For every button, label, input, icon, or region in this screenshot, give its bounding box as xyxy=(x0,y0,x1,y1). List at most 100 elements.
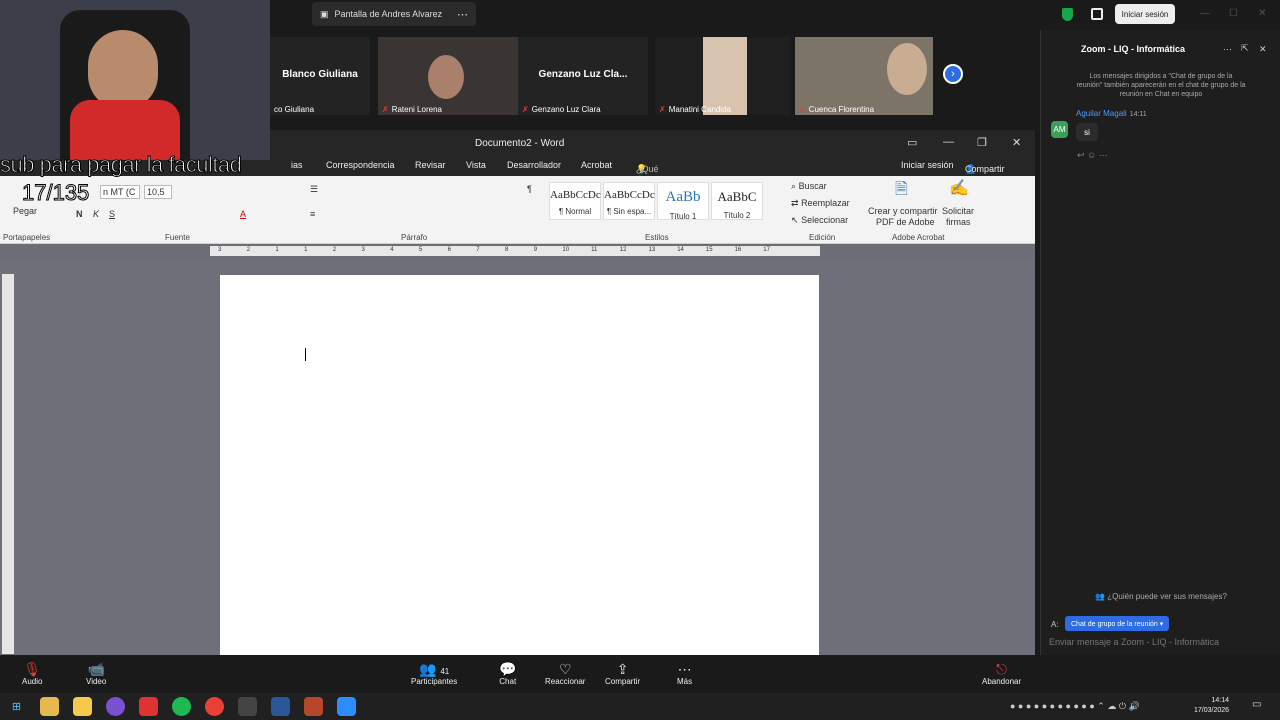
mic-muted-icon: 🎙 xyxy=(23,661,42,677)
font-color-icon[interactable]: A xyxy=(240,209,246,219)
app-icon[interactable] xyxy=(139,697,158,716)
signin-button[interactable]: Iniciar sesión xyxy=(1115,4,1175,24)
share-label: Pantalla de Andres Alvarez xyxy=(334,9,443,19)
font-name-field[interactable]: n MT (C xyxy=(100,185,140,199)
pilcrow-icon[interactable]: ¶ xyxy=(527,184,532,194)
tab-acrobat[interactable]: Acrobat xyxy=(581,160,612,170)
document-page[interactable] xyxy=(220,275,819,655)
vertical-ruler[interactable] xyxy=(2,274,14,654)
popout-icon[interactable]: ⇱ xyxy=(1241,43,1249,54)
italic-icon[interactable]: K xyxy=(93,209,99,219)
powerpoint-icon[interactable] xyxy=(304,697,323,716)
style-no-spacing[interactable]: AaBbCcDc ¶ Sin espa... xyxy=(603,182,655,220)
group-font: Fuente xyxy=(165,233,190,242)
overlay-counter: 17/135 xyxy=(21,180,90,206)
windows-taskbar: ⊞ ● ● ● ● ● ● ● ● ● ● ● ⌃ ☁ ⏻ 🔊 14:14 17/… xyxy=(0,693,1280,720)
participant-tile[interactable]: ✗ Cuenca Florentina xyxy=(795,37,933,115)
clock[interactable]: 14:14 17/03/2026 xyxy=(1194,696,1229,716)
group-acrobat: Adobe Acrobat xyxy=(892,233,945,242)
tab-view[interactable]: Vista xyxy=(466,160,486,170)
screen-share-tab[interactable]: ▣ Pantalla de Andres Alvarez ⋯ xyxy=(312,2,476,26)
bold-icon[interactable]: N xyxy=(76,209,83,219)
tray-icons[interactable]: ● ● ● ● ● ● ● ● ● ● ● ⌃ ☁ ⏻ 🔊 xyxy=(1010,701,1140,712)
share-screen-button[interactable]: ⇪ Compartir xyxy=(605,661,640,686)
file-explorer-icon[interactable] xyxy=(40,697,59,716)
more-icon: ⋯ xyxy=(677,661,692,677)
who-can-see-link[interactable]: 👥 ¿Quién puede ver sus mensajes? xyxy=(1041,592,1280,601)
more-button[interactable]: ⋯ Más xyxy=(677,661,692,686)
participants-button[interactable]: 👥 41 Participantes xyxy=(411,661,457,686)
minimize-icon[interactable]: — xyxy=(943,136,954,148)
horizontal-ruler[interactable]: 3 2 1 1 2 3 4 5 6 7 8 9 10 11 12 13 14 15 16 17 xyxy=(210,246,820,256)
chat-button[interactable]: 💬 Chat xyxy=(499,661,516,686)
close-chat-icon[interactable]: ✕ xyxy=(1259,44,1267,55)
request-signatures-button[interactable]: Solicitar xyxy=(942,206,974,216)
participant-tile[interactable]: ✗ Rateni Lorena xyxy=(378,37,518,115)
leave-icon: ⎋ xyxy=(996,661,1008,677)
participant-tile[interactable]: ✗ Manatini Candida xyxy=(655,37,790,115)
store-icon[interactable] xyxy=(73,697,92,716)
word-icon[interactable] xyxy=(271,697,290,716)
style-heading-2[interactable]: AaBbC Título 2 xyxy=(711,182,763,220)
restore-icon[interactable]: ❐ xyxy=(977,136,987,149)
tab-developer[interactable]: Desarrollador xyxy=(507,160,561,170)
minimize-icon[interactable]: — xyxy=(1200,8,1210,19)
paste-button[interactable]: Pegar xyxy=(13,206,37,216)
tab-references[interactable]: ias xyxy=(291,160,303,170)
tab-review[interactable]: Revisar xyxy=(415,160,446,170)
browser-icon[interactable] xyxy=(106,697,125,716)
spotify-icon[interactable] xyxy=(172,697,191,716)
close-icon[interactable]: ✕ xyxy=(1012,136,1021,149)
document-title: Documento2 - Word xyxy=(475,138,565,149)
find-button[interactable]: ⌕ Buscar xyxy=(791,181,827,192)
person-shirt xyxy=(70,100,180,160)
message-bubble[interactable]: si xyxy=(1076,123,1098,141)
zoom-icon[interactable] xyxy=(337,697,356,716)
video-button[interactable]: 📹 Video xyxy=(86,661,106,686)
style-normal[interactable]: AaBbCcDc ¶ Normal xyxy=(549,182,601,220)
participant-tile[interactable]: Genzano Luz Cla... ✗ Genzano Luz Clara xyxy=(518,37,648,115)
ruler-tick-label: 14 xyxy=(677,247,684,253)
chrome-icon[interactable] xyxy=(205,697,224,716)
participant-tile[interactable]: Blanco Giuliana co Giuliana xyxy=(270,37,370,115)
video-off-icon: 📹 xyxy=(87,661,105,677)
message-input[interactable] xyxy=(1049,637,1273,647)
message-actions-icon[interactable]: ↩ ☺ ⋯ xyxy=(1077,150,1108,161)
text-cursor xyxy=(305,348,306,361)
recipient-dropdown[interactable]: Chat de grupo de la reunión ▾ xyxy=(1065,616,1170,631)
style-heading-1[interactable]: AaBb Título 1 xyxy=(657,182,709,221)
create-pdf-button[interactable]: Crear y compartir xyxy=(868,206,938,216)
chat-more-icon[interactable]: ⋯ xyxy=(1223,44,1232,55)
replace-button[interactable]: ⇄ Reemplazar xyxy=(791,198,850,209)
font-size-field[interactable]: 10,5 xyxy=(144,185,172,199)
underline-icon[interactable]: S xyxy=(109,209,115,219)
ribbon-display-icon[interactable]: ▭ xyxy=(907,136,917,149)
next-page-icon[interactable]: › xyxy=(943,64,963,84)
chat-title: Zoom - LIQ - Informática xyxy=(1081,44,1186,54)
leave-button[interactable]: ⎋ Abandonar xyxy=(982,661,1021,686)
ruler-tick-label: 2 xyxy=(332,247,337,253)
align-left-icon[interactable]: ≡ xyxy=(310,209,315,219)
select-button[interactable]: ↖ Seleccionar xyxy=(791,215,848,226)
group-clipboard: Portapapeles xyxy=(3,233,51,242)
bullets-icon[interactable]: ☰ xyxy=(310,184,318,195)
maximize-icon[interactable]: ☐ xyxy=(1229,8,1238,19)
ruler-tick-label: 15 xyxy=(705,247,713,253)
word-signin[interactable]: Iniciar sesión xyxy=(901,160,954,170)
apps-icon[interactable] xyxy=(1091,8,1103,20)
react-button[interactable]: ♡ Reaccionar xyxy=(545,661,585,686)
ruler-tick-label: 4 xyxy=(390,247,394,253)
notifications-icon[interactable]: ▭ xyxy=(1252,699,1261,710)
word-title-bar: Documento2 - Word ▭ — ❐ ✕ xyxy=(270,130,1035,156)
horizontal-ruler-area: 3 2 1 1 2 3 4 5 6 7 8 9 10 11 12 13 14 15 16 17 xyxy=(0,244,1035,258)
audio-button[interactable]: 🎙 Audio xyxy=(22,661,42,686)
ruler-tick-label: 17 xyxy=(763,247,770,253)
cursor-icon: ↖ xyxy=(791,215,799,225)
app-icon[interactable] xyxy=(238,697,257,716)
more-options-icon[interactable]: ⋯ xyxy=(457,8,468,21)
shield-icon[interactable] xyxy=(1062,8,1073,21)
close-icon[interactable]: ✕ xyxy=(1258,8,1266,19)
tab-mailings[interactable]: Correspondencia xyxy=(326,160,395,170)
ruler-tick-label: 16 xyxy=(734,247,742,253)
start-icon[interactable]: ⊞ xyxy=(7,697,26,716)
